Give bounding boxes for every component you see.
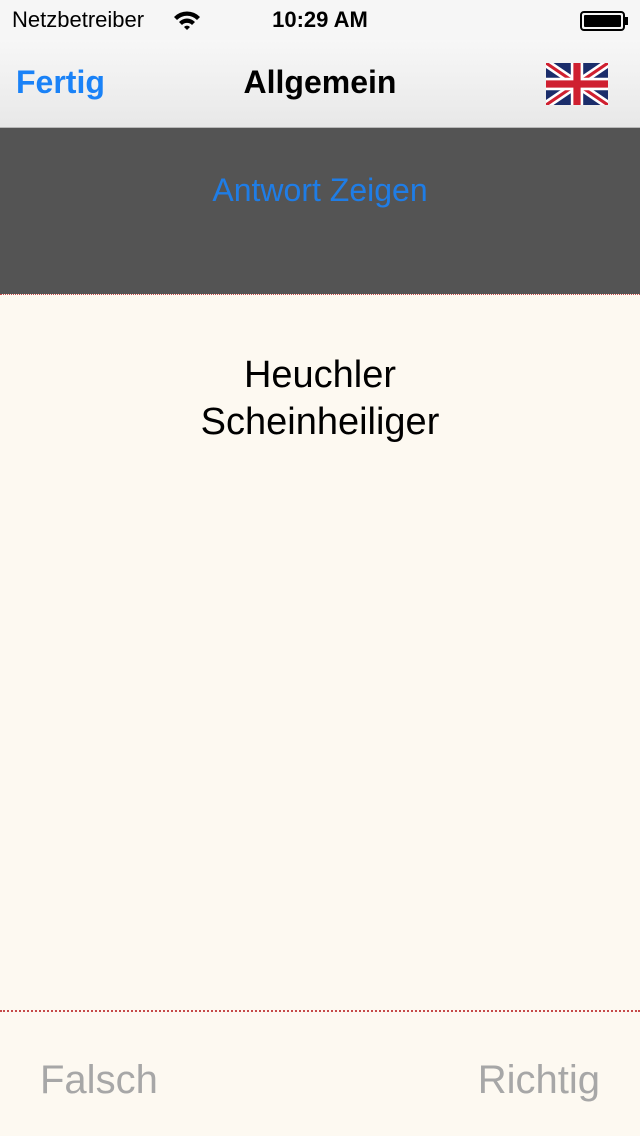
- question-line-1: Heuchler: [243, 354, 397, 396]
- show-answer-button[interactable]: Antwort Zeigen: [0, 172, 640, 209]
- uk-flag-icon[interactable]: [546, 63, 608, 105]
- wrong-button[interactable]: Falsch: [40, 1058, 158, 1103]
- status-time: 10:29 AM: [272, 7, 368, 32]
- flashcard-question: Heuchler Scheinheiliger: [0, 352, 640, 446]
- card-top-divider: [0, 294, 640, 295]
- battery-icon: [580, 11, 628, 31]
- right-button[interactable]: Richtig: [478, 1058, 600, 1103]
- navigation-bar: Fertig Allgemein: [0, 40, 640, 128]
- page-title: Allgemein: [243, 64, 397, 100]
- answer-panel: Antwort Zeigen: [0, 128, 640, 294]
- question-line-2: Scheinheiliger: [200, 401, 440, 443]
- card-bottom-divider: [0, 1010, 640, 1012]
- status-bar: Netzbetreiber 10:29 AM: [0, 0, 640, 40]
